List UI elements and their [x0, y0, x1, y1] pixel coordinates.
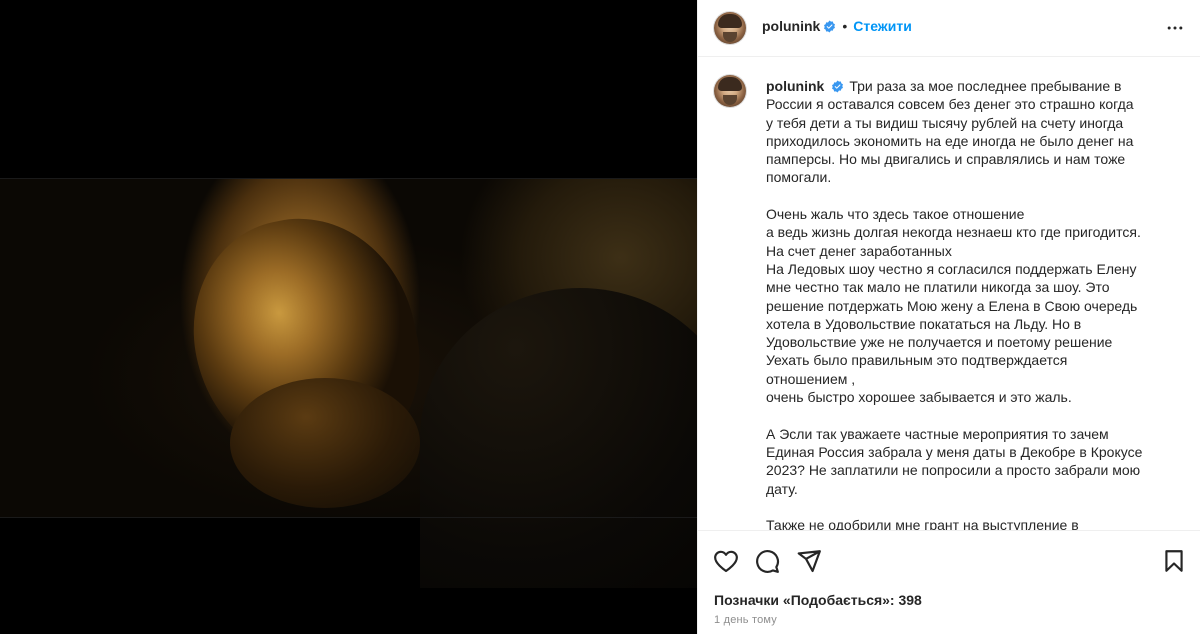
avatar-beard — [723, 32, 737, 42]
heart-icon[interactable] — [713, 548, 739, 574]
comments-area[interactable]: polunink Три раза за мое последнее пребыв… — [698, 57, 1200, 531]
frame-edge-bottom — [0, 517, 697, 518]
frame-edge-top — [0, 178, 697, 179]
comment-icon[interactable] — [754, 548, 780, 574]
avatar[interactable] — [714, 12, 746, 44]
more-options-icon[interactable] — [1165, 18, 1185, 38]
follow-button[interactable]: Стежити — [853, 18, 912, 34]
post-timestamp[interactable]: 1 день тому — [714, 614, 777, 626]
post-sidebar: polunink • Стежити polunink Три раза за мое… — [697, 0, 1200, 634]
header-name-wrap: polunink • Стежити — [762, 18, 912, 34]
header-separator: • — [842, 18, 848, 34]
header-username[interactable]: polunink — [762, 18, 820, 34]
caption-text: Три раза за мое последнее пребывание в Р… — [766, 78, 1143, 531]
post-header: polunink • Стежити — [698, 0, 1200, 57]
video-frame — [0, 178, 697, 588]
bookmark-icon[interactable] — [1161, 548, 1187, 574]
likes-count[interactable]: Позначки «Подобається»: 398 — [714, 592, 922, 608]
avatar-hair — [718, 14, 742, 28]
figure-shoulder — [420, 288, 697, 588]
share-icon[interactable] — [796, 548, 822, 574]
post-caption: polunink Три раза за мое последнее пребыв… — [766, 77, 1176, 531]
action-bar — [698, 542, 1200, 582]
post-media[interactable] — [0, 0, 697, 634]
figure-face — [230, 378, 420, 508]
verified-badge-icon — [832, 80, 844, 93]
verified-badge-icon — [824, 20, 836, 33]
caption-username[interactable]: polunink — [766, 78, 824, 94]
post-page: polunink • Стежити polunink Три раза за мое… — [0, 0, 1200, 634]
avatar-beard — [723, 95, 737, 105]
avatar-hair — [718, 77, 742, 91]
caption-avatar[interactable] — [714, 75, 746, 107]
